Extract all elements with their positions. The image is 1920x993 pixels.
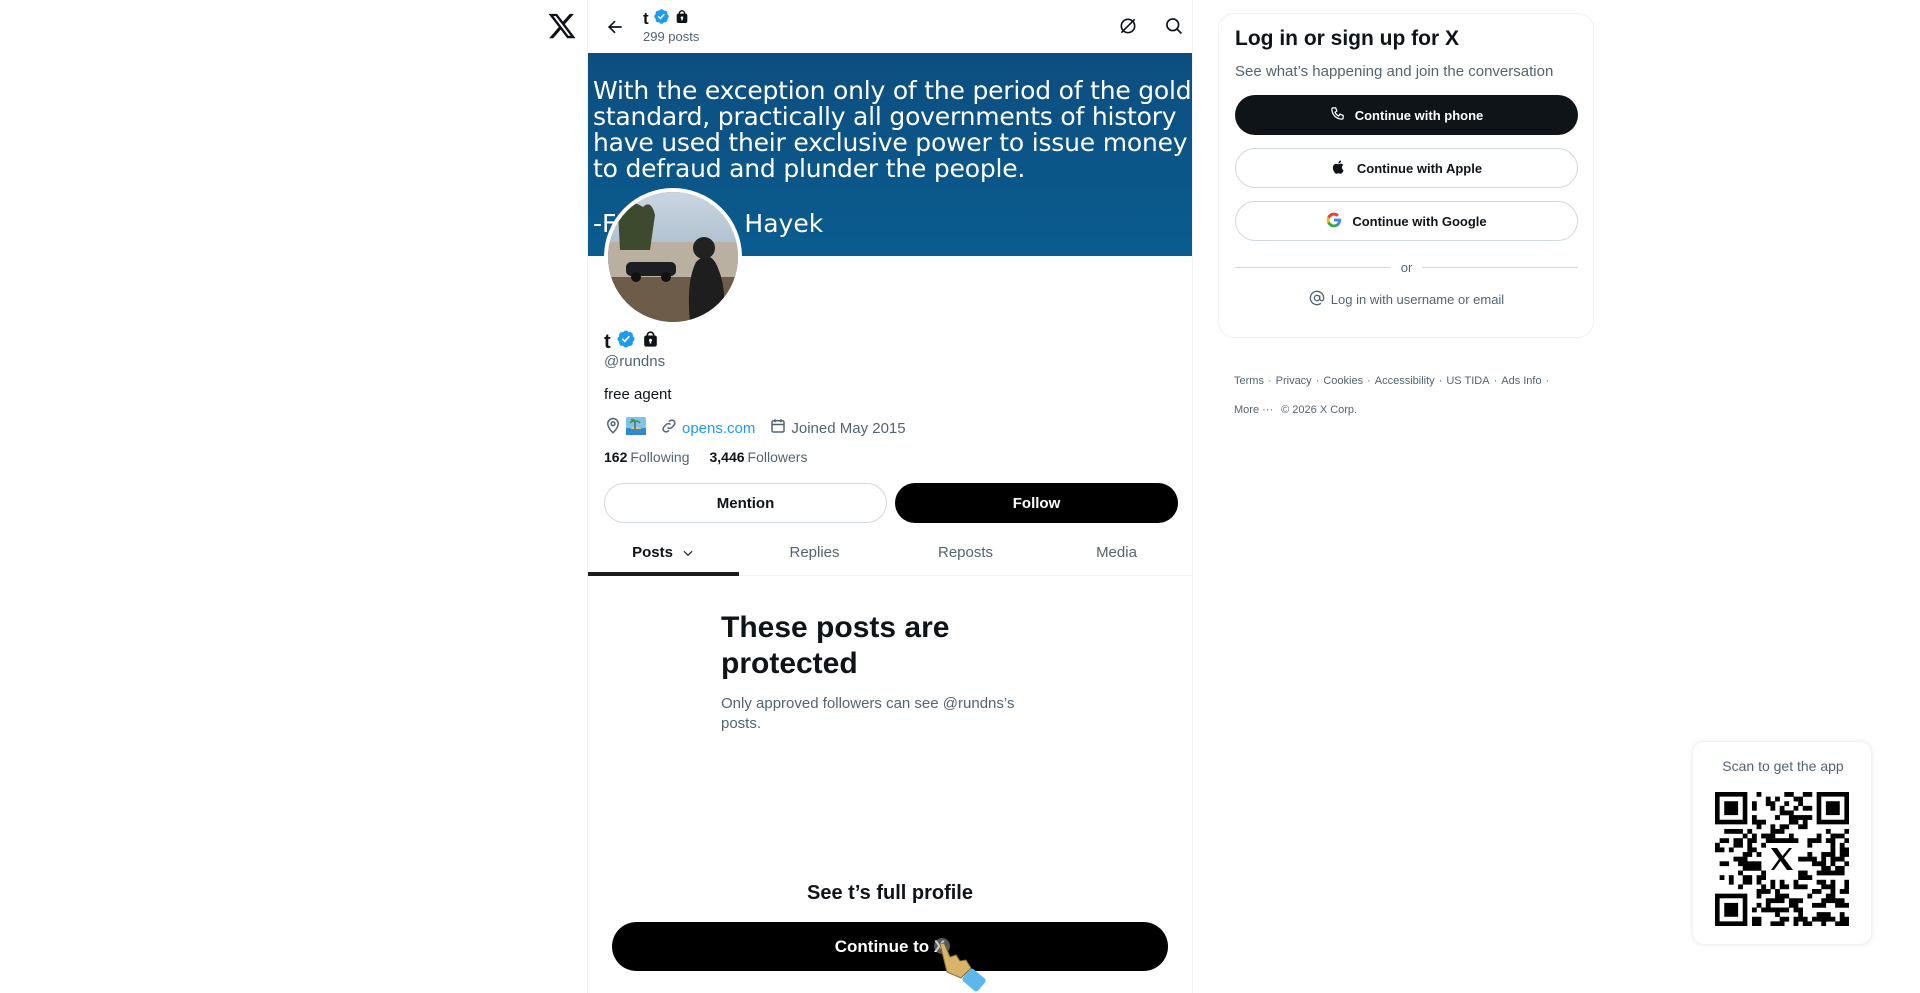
footer-us-tida[interactable]: US TIDA — [1446, 375, 1489, 387]
follow-button[interactable]: Follow — [895, 483, 1178, 523]
search-icon[interactable] — [1161, 13, 1187, 39]
profile-column: t 299 posts With the exception only of t… — [587, 0, 1193, 993]
continue-with-apple-button[interactable]: Continue with Apple — [1235, 148, 1578, 188]
protected-description: Only approved followers can see @rundns’… — [721, 695, 1015, 732]
mention-button[interactable]: Mention — [604, 483, 887, 523]
tab-replies[interactable]: Replies — [739, 530, 890, 575]
continue-to-x-button[interactable]: Continue to X — [612, 922, 1168, 971]
grok-icon[interactable] — [1115, 13, 1141, 39]
location-pin-icon — [604, 417, 622, 439]
profile-tabs: Posts Replies Reposts Media — [588, 530, 1192, 576]
calendar-icon — [769, 417, 787, 439]
chevron-down-icon — [681, 546, 695, 560]
location-item — [604, 417, 646, 439]
verified-badge-icon — [653, 8, 670, 30]
google-icon — [1326, 212, 1342, 231]
tab-media[interactable]: Media — [1041, 530, 1192, 575]
protected-title: These posts are protected — [721, 611, 950, 680]
profile-bio: free agent — [604, 386, 672, 403]
website-link[interactable]: opens.com — [682, 420, 755, 437]
banner-quote: With the exception only of the period of… — [593, 76, 1192, 183]
joined-date: Joined May 2015 — [791, 419, 906, 437]
continue-with-phone-button[interactable]: Continue with phone — [1235, 95, 1578, 135]
post-count: 299 posts — [643, 29, 700, 44]
login-with-username-link[interactable]: Log in with username or email — [1235, 290, 1578, 309]
footer-terms[interactable]: Terms — [1234, 375, 1264, 387]
island-flag-icon — [626, 417, 646, 439]
footer-ads-info[interactable]: Ads Info — [1501, 375, 1541, 387]
login-title: Log in or sign up for X — [1235, 27, 1459, 50]
qr-card: Scan to get the app — [1692, 741, 1872, 945]
footer-links: Terms · Privacy · Cookies · Accessibility · US T… — [1234, 375, 1550, 416]
footer-more[interactable]: More ··· — [1234, 404, 1273, 416]
login-subtitle: See what’s happening and join the conver… — [1235, 63, 1554, 80]
link-icon — [660, 417, 678, 439]
profile-name: t — [604, 329, 660, 355]
tab-reposts[interactable]: Reposts — [890, 530, 1041, 575]
see-full-profile-heading: See t’s full profile — [807, 882, 973, 904]
top-bar: t 299 posts — [588, 0, 1192, 53]
protected-notice: These posts are protected Only approved … — [721, 610, 1041, 734]
profile-handle: @rundns — [604, 353, 666, 370]
footer-accessibility[interactable]: Accessibility — [1375, 375, 1435, 387]
continue-with-google-button[interactable]: Continue with Google — [1235, 201, 1578, 241]
more-dots-icon: ··· — [1262, 404, 1274, 416]
footer-privacy[interactable]: Privacy — [1276, 375, 1312, 387]
phone-icon — [1330, 106, 1345, 124]
profile-display-name: t — [604, 330, 611, 353]
lock-icon — [641, 330, 660, 355]
qr-code — [1715, 792, 1849, 926]
footer-cookies[interactable]: Cookies — [1323, 375, 1363, 387]
back-arrow-icon[interactable] — [600, 12, 630, 42]
x-logo-icon[interactable] — [547, 11, 577, 41]
login-card: Log in or sign up for X See what’s happe… — [1218, 13, 1594, 338]
website-item[interactable]: opens.com — [660, 417, 755, 439]
qr-label: Scan to get the app — [1722, 758, 1844, 774]
avatar[interactable] — [604, 188, 742, 326]
header-name: t — [643, 9, 649, 28]
at-sign-icon — [1309, 290, 1325, 309]
footer-copyright: © 2026 X Corp. — [1281, 404, 1358, 416]
follow-counts: 162 Following 3,446 Followers — [604, 449, 807, 465]
followers-link[interactable]: 3,446 Followers — [710, 449, 808, 465]
profile-meta: opens.com Joined May 2015 — [604, 417, 920, 439]
tab-posts[interactable]: Posts — [588, 530, 739, 576]
joined-item: Joined May 2015 — [769, 417, 906, 439]
lock-icon — [674, 9, 690, 30]
apple-icon — [1331, 159, 1347, 178]
following-link[interactable]: 162 Following — [604, 449, 690, 465]
verified-badge-icon[interactable] — [616, 329, 636, 355]
header-title: t — [643, 8, 690, 30]
or-divider: or — [1235, 260, 1578, 275]
